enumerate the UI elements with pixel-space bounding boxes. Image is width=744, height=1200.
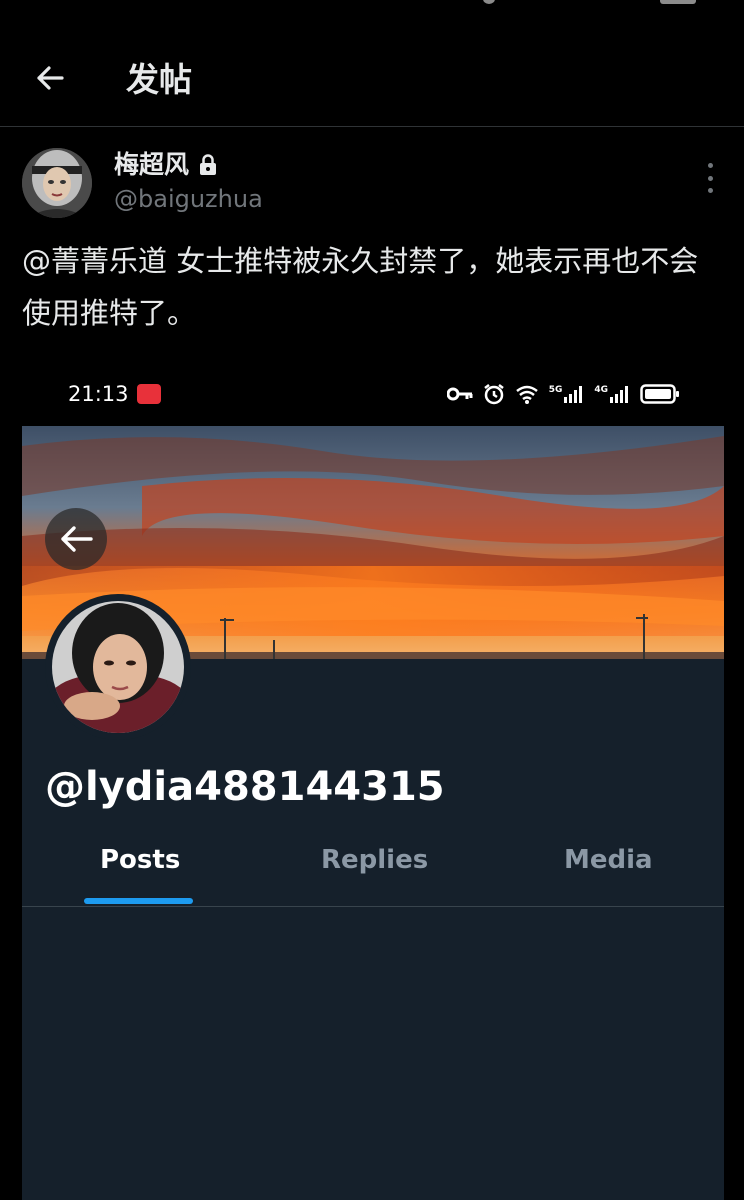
lock-icon <box>200 154 217 175</box>
profile-tabs: Posts Replies Media <box>22 838 724 907</box>
alarm-icon <box>483 384 504 405</box>
active-tab-indicator <box>84 898 193 904</box>
signal-5g-icon: 5G <box>549 385 585 403</box>
profile-avatar[interactable] <box>45 594 191 740</box>
battery-icon <box>640 384 679 404</box>
profile-handle: @lydia488144315 <box>45 764 445 810</box>
signal-4g-icon: 4G <box>594 385 630 403</box>
profile-back-button[interactable] <box>45 508 107 570</box>
author-avatar[interactable] <box>22 148 92 218</box>
header: 发帖 <box>0 40 744 127</box>
arrow-left-icon <box>61 526 93 552</box>
profile-body <box>22 659 724 1200</box>
tab-posts[interactable]: Posts <box>100 838 180 882</box>
author-name[interactable]: 梅超风 <box>114 149 217 181</box>
back-button[interactable] <box>30 58 70 98</box>
attached-image[interactable]: 21:13 5G 4G @lydia488144315 Posts Replie… <box>22 368 724 1200</box>
battery-icon <box>660 0 696 4</box>
arrow-left-icon <box>37 66 64 90</box>
image-status-icons: 5G 4G <box>446 380 680 408</box>
image-status-bar: 21:13 5G 4G <box>22 368 724 420</box>
top-status-bar-clipped <box>0 0 744 6</box>
wifi-icon <box>515 385 538 404</box>
app-notification-icon <box>136 384 161 404</box>
author-display-name: 梅超风 <box>114 150 190 179</box>
author-handle[interactable]: @baiguzhua <box>114 183 263 215</box>
tab-media[interactable]: Media <box>564 838 653 882</box>
image-status-time: 21:13 <box>68 382 129 406</box>
image-status-time-group: 21:13 <box>68 380 161 408</box>
tab-replies[interactable]: Replies <box>321 838 428 882</box>
key-icon <box>446 387 473 401</box>
page-title: 发帖 <box>126 60 192 99</box>
status-glyph <box>483 0 495 4</box>
tweet-text: @菁菁乐道 女士推特被永久封禁了，她表示再也不会使用推特了。 <box>22 244 699 330</box>
more-options-icon[interactable] <box>700 163 720 193</box>
